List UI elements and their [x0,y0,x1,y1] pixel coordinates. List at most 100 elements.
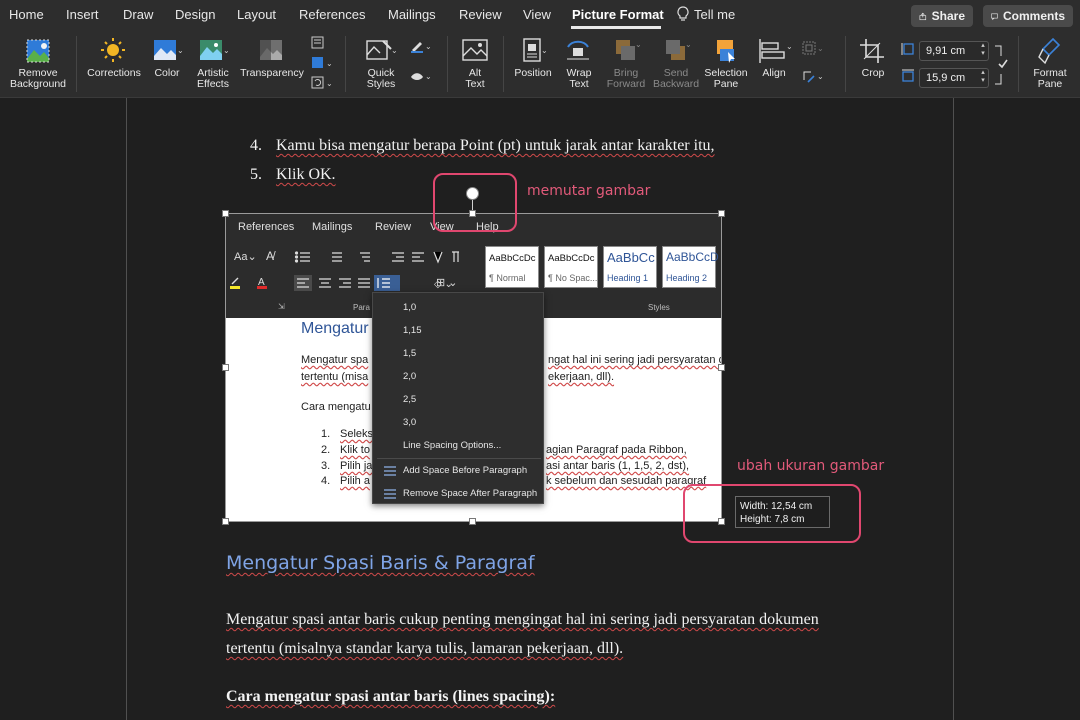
selected-picture[interactable]: References Mailings Review View Help Aa⌄… [225,213,722,522]
svg-text:⌄: ⌄ [685,40,691,49]
resize-handle-bottom-left[interactable] [222,518,229,525]
corrections-button[interactable]: Corrections [84,37,144,79]
pic-group-styles: Styles [648,303,670,312]
tell-me-search[interactable]: Tell me [676,6,735,22]
svg-text:⌄: ⌄ [425,42,432,51]
picture-effects-icon[interactable]: ⌄ [408,68,434,84]
crop-button[interactable]: Crop [852,37,894,79]
send-backward-button[interactable]: ⌄ Send Backward [650,37,702,90]
list-item-4: Kamu bisa mengatur berapa Point (pt) unt… [276,137,715,154]
pic-doc-line1b: ngat hal ini sering jadi persyaratan d [548,354,722,366]
svg-text:⌄: ⌄ [817,44,824,53]
line-spacing-1-15: 1,15 [403,325,422,336]
tab-layout[interactable]: Layout [237,7,276,22]
tab-home[interactable]: Home [9,7,44,22]
resize-handle-top-left[interactable] [222,210,229,217]
bring-forward-button[interactable]: ⌄ Bring Forward [602,37,650,90]
highlight-font-color-icons: A [230,277,267,289]
compress-pictures-icon[interactable] [309,35,335,51]
line-spacing-2-0: 2,0 [403,371,417,382]
format-pane-button[interactable]: Format Pane [1026,37,1074,90]
color-button[interactable]: ⌄ Color [146,37,188,79]
quick-styles-icon: ⌄ [366,40,398,60]
resize-annotation: ubah ukuran gambar [737,458,885,474]
tab-review[interactable]: Review [459,7,502,22]
svg-text:⌄: ⌄ [817,72,824,81]
share-label: Share [931,9,965,23]
pic-list-1a: Seleks [340,428,374,440]
corrections-label: Corrections [87,67,141,79]
tab-design[interactable]: Design [175,7,215,22]
group-objects-icon[interactable]: ⌄ [800,40,826,56]
selection-pane-button[interactable]: Selection Pane [702,37,750,90]
crop-icon [860,39,884,63]
transparency-button[interactable]: Transparency [238,37,306,79]
pic-list-4a: Pilih a [340,475,370,487]
style-no-spacing-sample: AaBbCcDc [548,253,595,264]
picture-color-icon: ⌄ [154,40,182,60]
subheading: Cara mengatur spasi antar baris (lines s… [226,688,556,705]
share-button[interactable]: Share [911,5,973,27]
height-stepper[interactable]: ▴ ▾ [978,42,988,58]
rotate-callout-box [433,173,517,232]
pic-tab-references: References [238,221,295,233]
comments-label: Comments [1002,9,1065,23]
lightbulb-icon [677,6,689,21]
wrap-text-icon [567,40,589,60]
svg-text:⌄: ⌄ [635,40,641,49]
transparency-label: Transparency [240,67,304,79]
tab-view[interactable]: View [523,7,551,22]
align-icon: ⌄ [759,39,792,63]
ribbon-tab-bar: Home Insert Draw Design Layout Reference… [0,0,1080,30]
svg-text:⌄: ⌄ [391,46,398,55]
position-icon: ⌄ [523,38,548,62]
resize-handle-bottom[interactable] [469,518,476,525]
tab-insert[interactable]: Insert [66,7,99,22]
artistic-effects-button[interactable]: ⌄ Artistic Effects [190,37,236,90]
remove-background-button[interactable]: Remove Background [6,37,70,90]
style-heading-1-sample: AaBbCc [607,250,655,265]
wrap-text-button[interactable]: Wrap Text [558,37,600,90]
active-tab-indicator [571,26,661,29]
shape-width-icon [902,69,914,82]
tab-picture-format[interactable]: Picture Format [572,7,664,22]
style-heading-2: AaBbCcD Heading 2 [662,246,719,288]
lock-aspect-ratio-icon[interactable] [993,40,1011,90]
format-pane-icon [1038,37,1061,65]
resize-handle-right[interactable] [718,364,725,371]
share-icon [919,12,927,20]
send-backward-icon: ⌄ [666,40,691,60]
reset-picture-icon[interactable]: ⌄ [309,75,335,91]
tab-draw[interactable]: Draw [123,7,153,22]
picture-border-icon[interactable]: ⌄ [408,38,434,54]
pic-tab-mailings: Mailings [312,221,353,233]
pic-list-3a: Pilih ja [340,460,373,472]
tab-mailings[interactable]: Mailings [388,7,436,22]
align-button[interactable]: ⌄ Align [752,37,796,79]
style-heading-2-sample: AaBbCcD [666,250,719,264]
list-number-5: 5. [250,166,262,183]
width-stepper[interactable]: ▴ ▾ [978,69,988,85]
quick-styles-button[interactable]: ⌄ Quick Styles [355,37,407,90]
svg-text:⌄: ⌄ [326,59,333,68]
tab-references[interactable]: References [299,7,365,22]
alt-text-button[interactable]: Alt Text [455,37,495,90]
pic-list-num-1: 1. [321,428,331,440]
pic-doc-line1a: Mengatur spa [301,354,369,366]
pic-doc-heading: Mengatur [301,320,369,337]
change-case-icon: Aa⌄ [234,251,257,263]
rotate-objects-icon[interactable]: ⌄ [800,68,826,84]
style-heading-1-name: Heading 1 [607,273,649,283]
sun-icon [101,38,125,62]
comments-button[interactable]: Comments [983,5,1073,27]
style-no-spacing: AaBbCcDc ¶ No Spac... [544,246,598,288]
resize-handle-top-right[interactable] [718,210,725,217]
line-spacing-options: Line Spacing Options... [403,440,502,451]
svg-text:⌄: ⌄ [541,46,548,55]
pic-group-paragraph: Para [353,303,370,312]
style-normal-name: ¶ Normal [489,273,526,283]
line-spacing-2-5: 2,5 [403,394,417,405]
change-picture-icon[interactable]: ⌄ [309,55,335,71]
position-button[interactable]: ⌄ Position [510,37,556,79]
resize-handle-left[interactable] [222,364,229,371]
